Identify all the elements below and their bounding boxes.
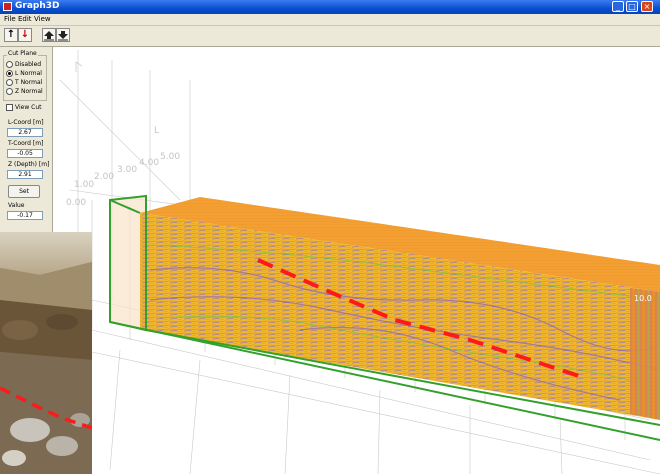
side-edge-label: 10.0 (634, 294, 652, 303)
radio-disabled-label: Disabled (15, 61, 42, 68)
radio-t-normal-label: T Normal (15, 79, 43, 86)
view-cut-checkbox[interactable]: View Cut (6, 104, 42, 111)
tick-label-1: 1.00 (74, 180, 94, 190)
l-coord-field[interactable]: 2.67 (7, 128, 43, 137)
title-bar: Graph3D _ □ × (0, 0, 660, 14)
radio-l-normal-icon (6, 70, 13, 77)
block-side-face (630, 288, 660, 420)
arrow-up-icon: ↑ (6, 29, 16, 40)
arrow-down-button[interactable]: ↓ (18, 28, 32, 42)
radio-l-normal-label: L Normal (15, 70, 42, 77)
field-photo-inset (0, 232, 92, 474)
plot-viewport[interactable]: L 0.00 1.00 2.00 3.00 4.00 5.00 10.0 (53, 47, 660, 475)
cut-plane-panel: Cut Plane Disabled L Normal T Normal Z N… (0, 47, 53, 233)
app-icon (3, 2, 12, 11)
radio-z-normal-icon (6, 88, 13, 95)
radio-t-normal[interactable]: T Normal (6, 79, 42, 86)
gpr-3d-plot: L 0.00 1.00 2.00 3.00 4.00 5.00 10.0 (59, 50, 660, 475)
lower-view-icon (58, 31, 68, 41)
t-coord-field[interactable]: -0.05 (7, 149, 43, 158)
tick-label-4: 4.00 (139, 158, 159, 168)
toolbar: ↑ ↓ (0, 26, 660, 47)
radio-z-normal[interactable]: Z Normal (6, 88, 43, 95)
view-cut-label: View Cut (15, 104, 42, 111)
arrow-up-button[interactable]: ↑ (4, 28, 18, 42)
axis-l-label: L (154, 126, 159, 136)
t-coord-label: T-Coord [m] (8, 140, 44, 147)
arrow-down-icon: ↓ (20, 29, 30, 40)
maximize-button[interactable]: □ (626, 1, 638, 12)
orientation-gizmo (75, 61, 83, 72)
close-button[interactable]: × (641, 1, 653, 12)
menu-edit[interactable]: Edit (18, 15, 32, 23)
menu-view[interactable]: View (34, 15, 51, 23)
view-cut-box-icon (6, 104, 13, 111)
radio-t-normal-icon (6, 79, 13, 86)
tick-label-0: 0.00 (66, 198, 86, 208)
lower-view-button[interactable] (56, 28, 70, 42)
raise-view-button[interactable] (42, 28, 56, 42)
radio-l-normal[interactable]: L Normal (6, 70, 42, 77)
z-depth-field[interactable]: 2.91 (7, 170, 43, 179)
set-button[interactable]: Set (8, 185, 40, 198)
value-label: Value (8, 202, 25, 209)
minimize-button[interactable]: _ (612, 1, 624, 12)
z-depth-label: Z (Depth) [m] (8, 161, 50, 168)
tick-label-2: 2.00 (94, 172, 114, 182)
menu-bar: File Edit View (0, 14, 660, 26)
radio-disabled-icon (6, 61, 13, 68)
value-field: -0.17 (7, 211, 43, 220)
window-title: Graph3D (15, 1, 60, 11)
axis-tick-labels: L 0.00 1.00 2.00 3.00 4.00 5.00 (66, 126, 180, 208)
l-coord-label: L-Coord [m] (8, 119, 44, 126)
radio-z-normal-label: Z Normal (15, 88, 43, 95)
radio-disabled[interactable]: Disabled (6, 61, 41, 68)
tick-label-3: 3.00 (117, 165, 137, 175)
menu-file[interactable]: File (4, 15, 16, 23)
raise-view-icon (44, 31, 54, 41)
cut-plane-title: Cut Plane (7, 50, 38, 57)
tick-label-5: 5.00 (160, 152, 180, 162)
